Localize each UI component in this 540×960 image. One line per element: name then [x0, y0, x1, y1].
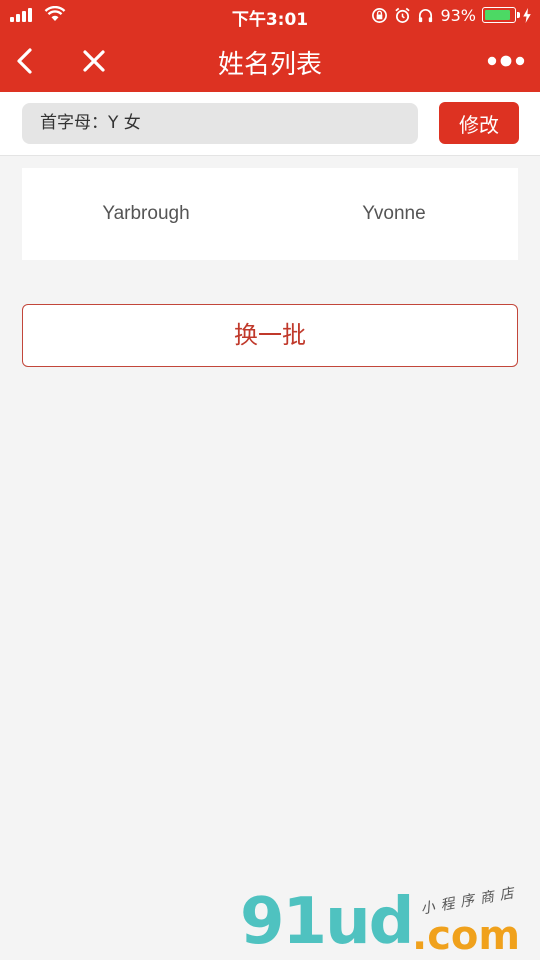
charging-icon — [523, 7, 531, 23]
edit-button[interactable]: 修改 — [439, 102, 519, 144]
navigation-bar: 姓名列表 — [0, 30, 540, 92]
battery-cap — [517, 12, 520, 18]
names-list: Yarbrough Yvonne — [22, 168, 518, 260]
alarm-icon — [395, 7, 411, 23]
refresh-batch-button[interactable]: 换一批 — [22, 304, 518, 367]
screen: 下午3:01 93% 姓名列表 首字母：Y 女 修改 Yarbrough Yvo… — [0, 0, 540, 960]
name-item[interactable]: Yarbrough — [22, 168, 270, 260]
watermark-suffix: .com — [412, 913, 521, 959]
battery-icon — [482, 7, 520, 23]
headphones-icon — [419, 8, 433, 22]
filter-display-field[interactable]: 首字母：Y 女 — [22, 103, 418, 144]
filter-bar: 首字母：Y 女 修改 — [0, 92, 540, 156]
rotation-lock-icon — [372, 7, 388, 23]
more-dots-icon[interactable] — [486, 49, 526, 73]
status-bar: 下午3:01 93% — [0, 0, 540, 30]
status-right-group: 93% — [371, 4, 532, 26]
watermark-logo-text: 91ud — [240, 885, 414, 959]
battery-level-fill — [485, 10, 511, 20]
page-title: 姓名列表 — [217, 50, 322, 80]
name-item[interactable]: Yvonne — [270, 168, 518, 260]
battery-percent: 93% — [440, 5, 476, 25]
site-watermark: 91ud .com 小程序商店 — [240, 884, 540, 960]
